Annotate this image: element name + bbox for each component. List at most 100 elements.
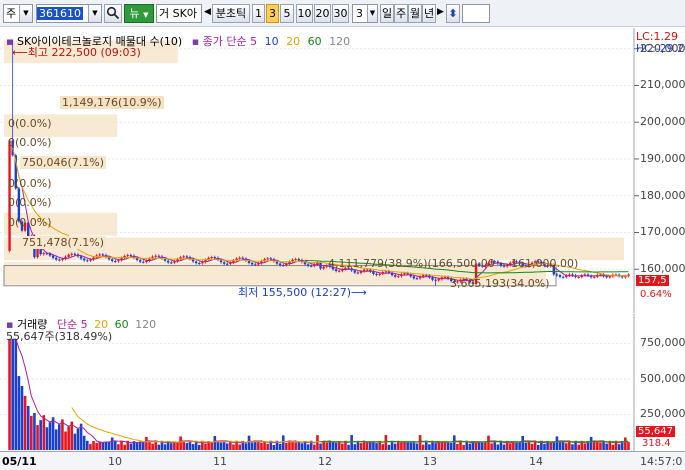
scroll-right-icon[interactable]: ▶ — [437, 4, 445, 23]
volume-bar — [51, 417, 55, 450]
period-1-button[interactable]: 1 — [252, 4, 265, 23]
volume-bar — [480, 441, 484, 450]
chevron-down-icon[interactable]: ▼ — [19, 5, 32, 22]
volume-bar — [334, 442, 338, 450]
unit-day-button[interactable]: 일 — [380, 4, 394, 23]
volume-bar — [502, 444, 506, 450]
volume-bar — [319, 443, 322, 450]
candle-body — [170, 262, 173, 264]
candle-body — [558, 275, 562, 277]
profile-label: 1,149,176(10.9%) — [60, 96, 164, 109]
price-axis-label: 170,000 — [640, 225, 685, 239]
candle-body — [437, 279, 440, 281]
profile-label: 3,605,193(34.0%) — [450, 277, 550, 290]
volume-bar — [611, 444, 615, 450]
volume-bar — [443, 442, 447, 450]
candle-body — [182, 256, 185, 258]
volume-bar — [48, 422, 52, 450]
volume-bar — [145, 436, 148, 450]
candle-body — [434, 279, 437, 281]
left-arrow-icon: ⟵ — [12, 46, 28, 59]
volume-bar — [353, 444, 357, 450]
candle-body — [101, 254, 105, 256]
change-percent: 0.64% — [640, 289, 672, 300]
volume-bar — [123, 444, 126, 450]
market-select[interactable]: 주 ▼ — [3, 4, 33, 23]
period-20-button[interactable]: 20 — [314, 4, 331, 23]
extra-input[interactable] — [462, 4, 490, 23]
candle-body — [194, 261, 198, 264]
volume-bar — [86, 440, 89, 450]
interval-select[interactable]: 3 ▼ — [352, 4, 378, 23]
volume-bar — [543, 444, 546, 450]
low-price-marker: 최저 155,500 (12:27)⟶ — [238, 284, 367, 300]
time-axis-label: 10 — [108, 455, 122, 468]
candle-body — [210, 257, 213, 259]
period-30-button[interactable]: 30 — [332, 4, 349, 23]
unit-year-button[interactable]: 년 — [422, 4, 436, 23]
right-arrow-icon: ⟶ — [351, 286, 367, 299]
market-select-value: 주 — [6, 7, 17, 20]
low-price-label: 최저 155,500 (12:27) — [238, 286, 352, 299]
volume-bar — [104, 442, 108, 450]
volume-bar — [291, 442, 294, 450]
volume-bar — [185, 443, 189, 450]
candle-body — [403, 273, 406, 275]
volume-bar — [596, 441, 599, 450]
volume-bar — [272, 444, 276, 450]
time-axis-label: 13 — [423, 455, 437, 468]
candle-body — [561, 276, 565, 278]
volume-bar — [135, 442, 139, 450]
candle-body — [415, 278, 419, 280]
candle-body — [443, 277, 447, 279]
interval-select-value: 3 — [356, 7, 363, 20]
candle-body — [222, 262, 226, 264]
volume-bar — [384, 435, 388, 450]
volume-bar — [8, 339, 11, 450]
volume-bar — [219, 442, 223, 450]
chevron-down-icon[interactable]: ▼ — [367, 5, 377, 22]
high-price-label: 최고 222,500 (09:03) — [27, 46, 141, 59]
stock-code-input[interactable]: 361610 ▼ — [36, 4, 102, 23]
volume-bar — [42, 415, 46, 450]
period-10-button[interactable]: 10 — [296, 4, 313, 23]
volume-bar — [452, 435, 456, 450]
volume-bar — [148, 441, 151, 450]
volume-bar — [322, 441, 325, 450]
volume-bar — [250, 442, 254, 450]
volume-bar — [400, 442, 403, 450]
chevron-down-icon[interactable]: ▼ — [88, 5, 101, 22]
news-button[interactable]: 뉴 ▼ — [124, 4, 154, 23]
volume-bar — [375, 443, 378, 450]
stock-name-field[interactable]: 거 SK아 — [156, 4, 202, 23]
price-chart — [0, 28, 685, 313]
volume-bar — [101, 442, 105, 450]
unit-month-button[interactable]: 월 — [408, 4, 422, 23]
volume-bar — [73, 433, 77, 450]
volume-bar — [191, 444, 195, 450]
candle-body — [412, 276, 416, 279]
unit-week-button[interactable]: 주 — [394, 4, 408, 23]
volume-bar — [11, 339, 14, 450]
candle-body — [154, 255, 157, 257]
volume-bar — [67, 426, 70, 450]
chevron-down-icon: ▼ — [143, 11, 149, 19]
volume-axis-label: 750,000 — [640, 336, 685, 350]
candle-body — [375, 273, 378, 275]
period-3-button[interactable]: 3 — [266, 4, 279, 23]
scroll-left-icon[interactable]: ◀ — [204, 4, 212, 23]
volume-bar — [179, 436, 182, 450]
volume-bar — [397, 441, 400, 450]
period-5-label: 5 — [283, 7, 291, 20]
volume-bar — [151, 443, 154, 450]
tick-period-button[interactable]: 분초틱 — [212, 4, 250, 23]
candle-body — [621, 276, 624, 278]
period-5-button[interactable]: 5 — [280, 4, 294, 23]
volume-bar — [599, 442, 602, 450]
search-button[interactable] — [104, 4, 122, 23]
volume-bar — [54, 429, 58, 450]
volume-bar — [365, 442, 369, 450]
sync-button[interactable]: ⬍ — [446, 4, 460, 23]
candle-body — [126, 255, 129, 257]
candle-body — [110, 259, 114, 262]
